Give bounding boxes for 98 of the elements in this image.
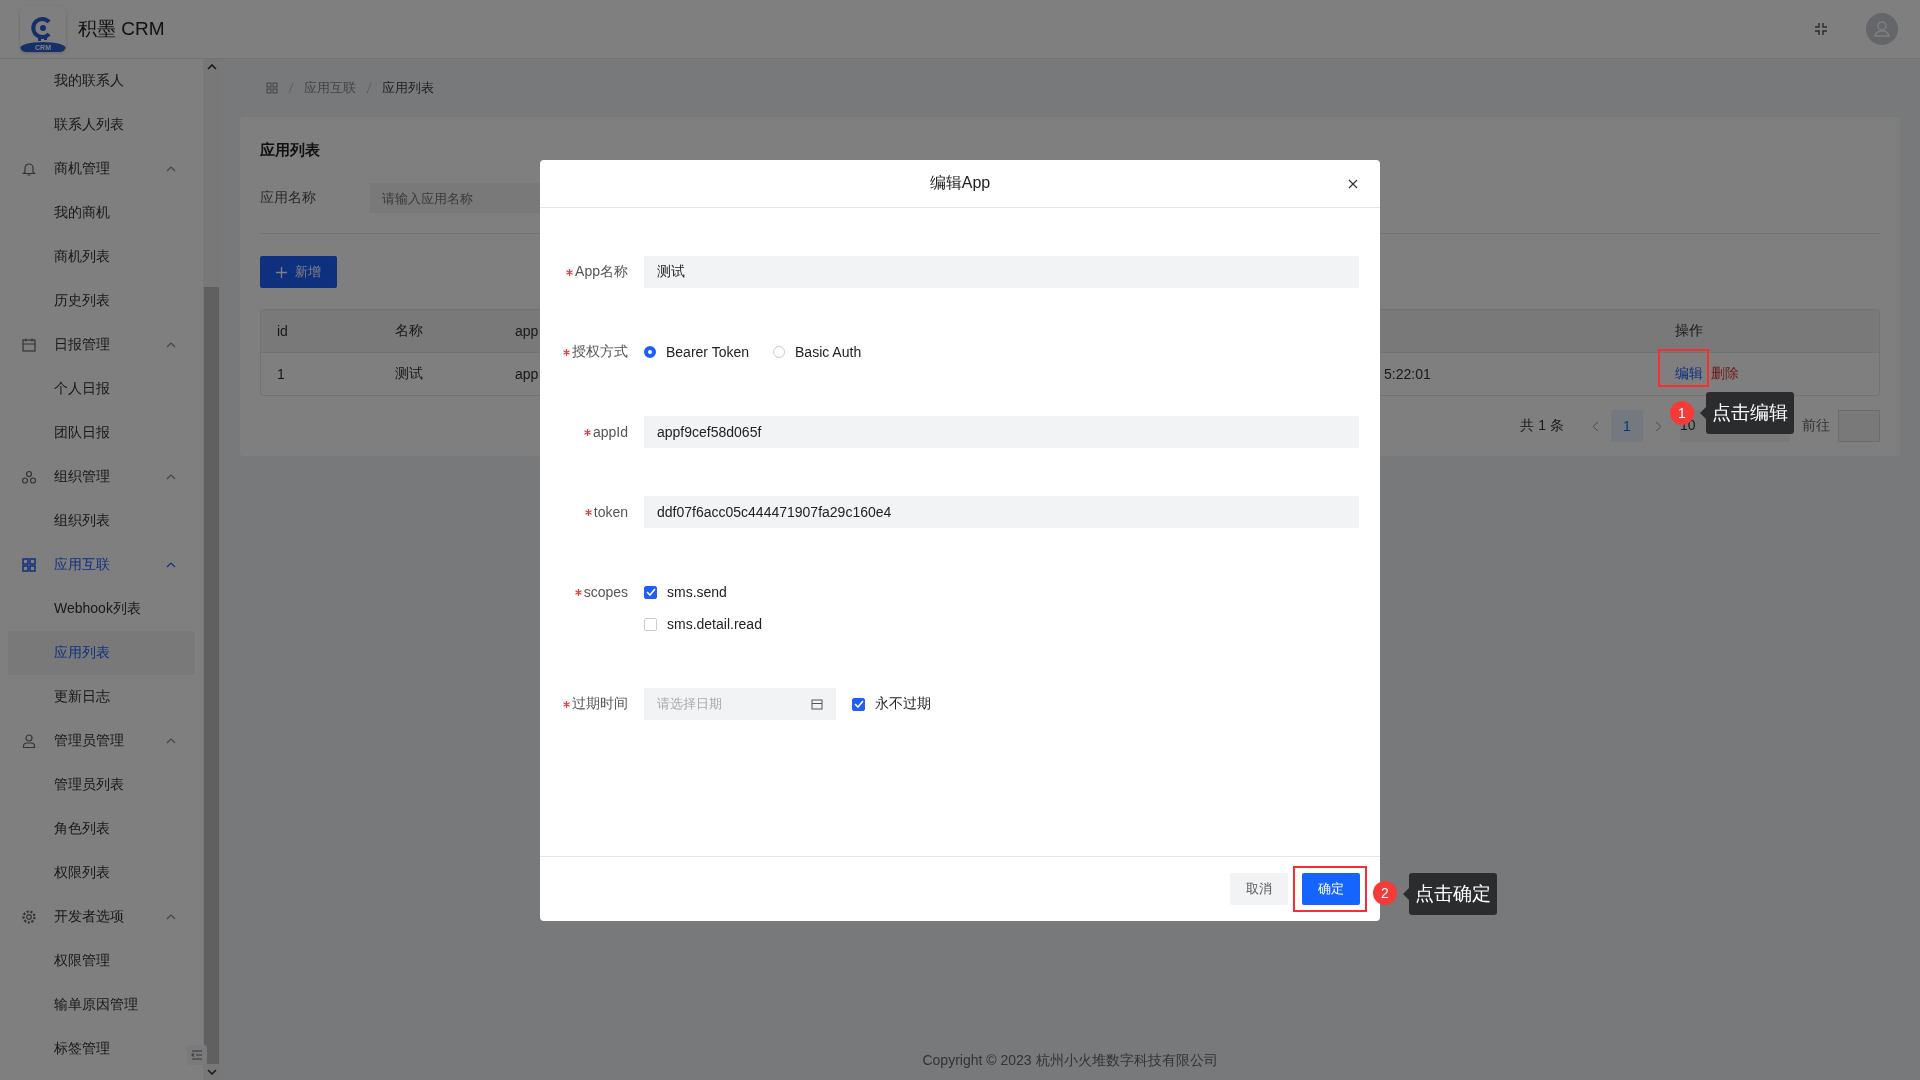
column-header: 操作 (1674, 322, 1704, 340)
dialog-title: 编辑App (929, 173, 991, 193)
scroll-down-icon[interactable] (206, 1069, 217, 1075)
chevron-icon (166, 342, 176, 348)
column-header: id (276, 323, 289, 339)
field-label: appId (592, 424, 628, 440)
bell-icon (21, 161, 37, 177)
menu-item[interactable]: 应用列表 (8, 631, 195, 675)
scrollbar-thumb[interactable] (204, 287, 219, 1064)
menu-item[interactable]: Webhook列表 (8, 587, 195, 631)
highlight-frame (1658, 349, 1709, 387)
menu-group[interactable]: 应用互联 (0, 543, 203, 587)
option-label: Basic Auth (795, 344, 862, 360)
chevron-icon (166, 562, 176, 568)
jump-label: 前往 (1802, 417, 1830, 435)
menu-group[interactable]: 管理员管理 (0, 719, 203, 763)
app-name: 积墨 CRM (78, 17, 165, 41)
chevron-icon (166, 738, 176, 744)
menu-item[interactable]: 团队日报 (8, 411, 195, 455)
plus-icon (276, 266, 287, 278)
table-cell-text: app (515, 366, 540, 382)
breadcrumb-separator (288, 82, 294, 94)
tooltip: 点击编辑 (1706, 392, 1794, 434)
total-count: 共 1 条 (1520, 417, 1564, 435)
menu-group[interactable]: 组织管理 (0, 455, 203, 499)
field-label: token (593, 504, 628, 520)
menu-item[interactable]: 权限列表 (8, 851, 195, 895)
menu-item[interactable]: 标签管理 (8, 1027, 195, 1071)
chevron-icon (166, 166, 176, 172)
scroll-up-icon[interactable] (206, 64, 217, 70)
menu-group[interactable]: 商机管理 (0, 147, 203, 191)
close-icon[interactable] (1348, 179, 1358, 189)
tooltip: 点击确定 (1409, 873, 1497, 915)
menu-item[interactable]: 角色列表 (8, 807, 195, 851)
table-cell-text: 测试 (394, 365, 424, 383)
edit-link[interactable]: 编辑 (1675, 365, 1703, 383)
menu-group[interactable]: 日报管理 (0, 323, 203, 367)
page-number[interactable]: 1 (1611, 410, 1643, 442)
radio-icon[interactable] (644, 346, 656, 358)
next-page-icon[interactable] (1655, 420, 1662, 432)
menu-item[interactable]: 管理员列表 (8, 763, 195, 807)
chevron-icon (166, 914, 176, 920)
previous-page-icon[interactable] (1592, 420, 1599, 432)
menu-item[interactable]: 我的联系人 (8, 59, 195, 103)
menu-group[interactable]: 开发者选项 (0, 895, 203, 939)
gear-icon (21, 909, 37, 925)
menu-item[interactable]: 组织列表 (8, 499, 195, 543)
calendar-icon (811, 698, 823, 710)
checkbox[interactable] (644, 585, 657, 599)
checkbox[interactable] (852, 697, 865, 711)
person-icon (21, 733, 37, 749)
column-header: app (515, 323, 540, 339)
step-badge: 2 (1373, 881, 1397, 905)
option-label: Bearer Token (666, 344, 749, 360)
menu-item[interactable]: 输单原因管理 (8, 983, 195, 1027)
delete-link[interactable]: 删除 (1711, 365, 1739, 383)
menu-item[interactable]: 个人日报 (8, 367, 195, 411)
table-cell-text: 1 (276, 366, 286, 382)
menu-item[interactable]: 商机列表 (8, 235, 195, 279)
cancel-button[interactable]: 取消 (1230, 873, 1288, 905)
home-icon[interactable] (266, 82, 278, 94)
field-label: App名称 (575, 263, 628, 281)
option-label: sms.send (667, 584, 727, 600)
breadcrumb-separator (366, 82, 372, 94)
text-field[interactable]: appf9cef58d065f (644, 416, 1359, 448)
collapse-button[interactable] (187, 1045, 207, 1065)
table-cell-text: 5:22:01 (1384, 366, 1432, 382)
add-button[interactable]: 新增 (260, 256, 337, 288)
menu-item[interactable]: 我的商机 (8, 191, 195, 235)
confirm-button[interactable]: 确定 (1302, 873, 1360, 905)
calendar-icon (21, 337, 37, 353)
copyright-text: Copyright © 2023 杭州小火堆数字科技有限公司 (921, 1052, 1219, 1070)
pointer-icon (1403, 888, 1409, 900)
menu-item[interactable]: 联系人列表 (8, 103, 195, 147)
menu-item[interactable]: 权限管理 (8, 939, 195, 983)
radio-option[interactable]: Basic Auth (773, 336, 862, 368)
column-header: 名称 (394, 322, 424, 340)
exit-fullscreen-icon[interactable] (1814, 22, 1828, 36)
chevron-icon (166, 474, 176, 480)
option-label: 永不过期 (875, 695, 931, 713)
text-field[interactable]: ddf07f6acc05c444471907fa29c160e4 (644, 496, 1359, 528)
field-label: scopes (583, 584, 628, 600)
menu-item[interactable]: 更新日志 (8, 675, 195, 719)
avatar-icon[interactable] (1866, 13, 1898, 45)
field-label: 授权方式 (572, 343, 628, 361)
circles-icon (21, 469, 37, 485)
field-label: 过期时间 (572, 695, 628, 713)
pointer-icon (1700, 407, 1706, 419)
text-field[interactable]: 测试 (644, 256, 1359, 288)
grid-icon (21, 557, 37, 573)
page-title: 应用列表 (260, 141, 321, 159)
search-field[interactable]: 请输入应用名称 (370, 183, 540, 213)
menu-item[interactable]: 历史列表 (8, 279, 195, 323)
field-label: 应用名称 (260, 189, 317, 207)
radio-option[interactable]: Bearer Token (644, 336, 749, 368)
breadcrumb-item: 应用列表 (382, 79, 434, 97)
option-label: sms.detail.read (667, 616, 762, 632)
menu-fold-icon (191, 1050, 203, 1060)
